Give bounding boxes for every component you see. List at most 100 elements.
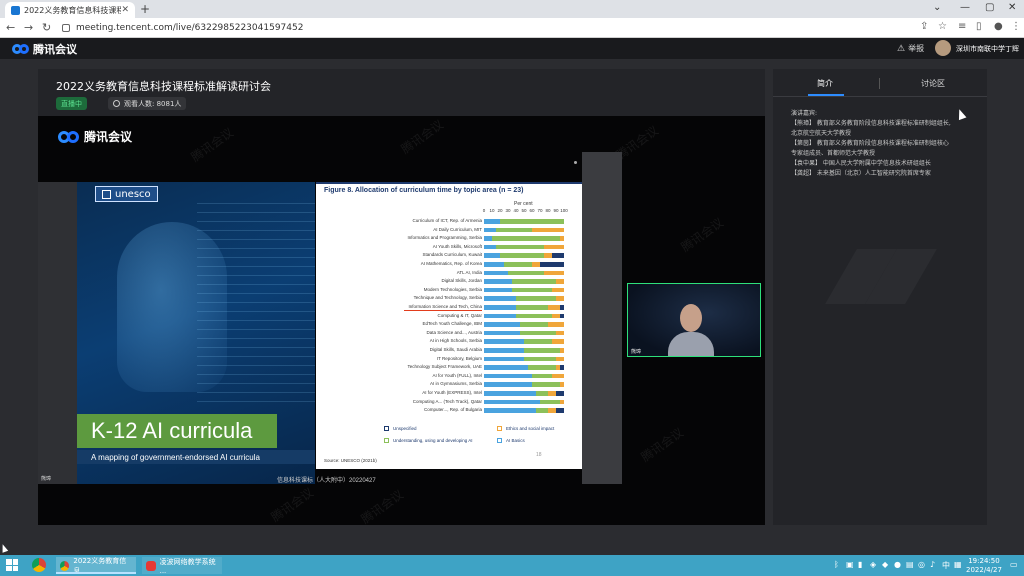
legend-entry: Ethics and social impact [497,426,554,431]
bar-segment [516,296,556,301]
battery-icon[interactable]: ▮ [858,560,862,569]
figure-row-label: Data Science and..., Austria [426,329,482,335]
figure-row: Digital Skills, Jordan [316,278,582,284]
figure-row: AI Daily Curriculum, MIT [316,227,582,233]
profile-icon[interactable]: ● [994,21,1003,32]
unesco-label: unesco [115,188,151,200]
x-tick-label: 40 [513,208,519,213]
report-button[interactable]: ⚠ 举报 [897,43,924,54]
slide-footer-text: 信息科技课标（人大附中）20220427 [277,478,376,484]
tab-search-icon[interactable]: ⌄ [933,2,941,13]
figure-row-label: Digital Skills, Jordan [441,278,482,284]
figure-stacked-bar [484,348,564,353]
x-tick-label: 0 [482,208,486,213]
minimize-button[interactable]: — [960,2,970,13]
bar-segment [512,279,556,284]
reading-list-icon[interactable]: ≡ [958,21,966,32]
figure-stacked-bar [484,356,564,362]
side-panel: 简介 讨论区 演讲嘉宾: 【熊璋】 教育部义务教育阶段信息科技课程标准研制组组长,… [773,69,987,525]
figure-row-label: Computing A... (Tech Track), Qatar [412,398,482,404]
bar-segment [484,356,524,362]
taskbar-app-teaching[interactable]: 凌波网络教学系统 ... [142,557,222,575]
legend-label: Understanding, using and developing AI [393,438,473,443]
system-clock[interactable]: 19:24:50 2022/4/27 [966,557,1002,575]
x-tick-label: 30 [505,208,511,213]
taskbar-app-browser[interactable]: 2022义务教育信息... [56,557,136,575]
chrome-icon[interactable] [32,558,46,572]
report-label: 举报 [908,44,925,53]
bar-segment [504,262,532,267]
tab-intro[interactable]: 简介 [817,78,833,89]
figure-x-ticks: 0 10 20 30 40 50 60 70 80 90 100 [482,208,568,214]
video-player[interactable]: 腾讯会议 腾讯会议 腾讯会议 腾讯会议 腾讯会议 腾讯会议 腾讯会议 腾讯会议 … [38,116,765,525]
bar-segment [484,253,500,258]
figure-row: Digital Skills, Saudi Arabia [316,347,582,353]
bar-segment [496,227,532,233]
tray-app-icon[interactable]: ◆ [882,560,888,569]
bar-segment [484,219,500,224]
figure-row: Standards Curriculum, Kuwait [316,252,582,258]
tray-app-icon[interactable]: ▣ [846,560,854,569]
user-avatar[interactable] [935,40,951,56]
browser-menu-icon[interactable]: ⋮ [1011,21,1021,32]
tray-app-icon[interactable]: ● [894,560,901,569]
user-name[interactable]: 深圳市南联中学丁辉 [956,44,1019,54]
maximize-button[interactable]: ▢ [985,2,994,13]
unesco-logo: unesco [95,186,158,202]
bar-segment [516,313,552,319]
input-language[interactable]: 中 [942,560,950,571]
tray-app-icon[interactable]: ◎ [918,560,925,569]
x-tick-label: 10 [489,208,495,213]
reload-icon[interactable]: ↻ [42,21,51,34]
bar-segment [508,270,544,276]
tray-app-icon[interactable]: ◈ [870,560,876,569]
address-bar[interactable]: meeting.tencent.com/live/632298522304159… [62,20,912,36]
figure-stacked-bar [484,373,564,379]
bar-segment [552,373,564,379]
browser-tabstrip: 2022义务教育信息科技课程标 ✕ + ⌄ — ▢ ✕ [0,0,1024,18]
figure-stacked-bar [484,365,564,370]
bar-segment [484,227,496,233]
tray-app-icon[interactable]: ▦ [954,560,962,569]
bar-segment [496,244,544,250]
figure-row-label: AI Youth Skills, Microsoft [432,243,482,249]
speaker-face [680,304,702,332]
figure-stacked-bar [484,244,564,250]
speaker-video-thumbnail[interactable]: 熊璋 [627,283,761,357]
bar-segment [484,391,536,396]
bar-segment [500,219,564,224]
bar-segment [560,348,564,353]
figure-row: IT Repository, Belgium [316,356,582,362]
tab-discussion[interactable]: 讨论区 [921,78,945,89]
bar-segment [556,279,564,284]
bookmark-star-icon[interactable]: ☆ [938,21,947,32]
bar-segment [484,382,532,387]
bar-segment [544,253,552,258]
bar-segment [540,262,564,267]
bluetooth-icon[interactable]: ᛒ [834,560,839,569]
close-tab-icon[interactable]: ✕ [121,5,129,15]
live-info-bar: 2022义务教育信息科技课程标准解读研讨会 直播中 观看人数: 8081人 [38,69,765,116]
figure-stacked-bar [484,313,564,319]
video-brand-watermark: 腾讯会议 [58,128,132,145]
figure-stacked-bar [484,391,564,396]
notification-icon[interactable]: ▭ [1010,560,1018,569]
figure-stacked-bar [484,408,564,413]
new-tab-button[interactable]: + [140,2,150,16]
network-icon[interactable]: ▤ [906,560,914,569]
windows-start-icon[interactable] [6,559,18,571]
browser-tab[interactable]: 2022义务教育信息科技课程标 ✕ [5,2,135,18]
volume-icon[interactable]: ♪ [930,560,935,569]
back-arrow-icon[interactable]: ← [6,21,15,34]
close-window-button[interactable]: ✕ [1008,2,1016,13]
share-icon[interactable]: ⇪ [920,21,928,32]
speaker-name-tag: 熊璋 [41,476,52,482]
slide-page-number: 18 [536,452,542,458]
viewer-count-badge: 观看人数: 8081人 [108,97,187,110]
forward-arrow-icon[interactable]: → [24,21,33,34]
tencent-meeting-logo-icon [58,131,80,143]
figure-row: Technology Subject Framework, UAE [316,364,582,370]
bar-segment [520,330,556,336]
figure-row-label: Informatics and Programming, Serbia [407,235,482,241]
side-panel-icon[interactable]: ▯ [976,21,982,32]
